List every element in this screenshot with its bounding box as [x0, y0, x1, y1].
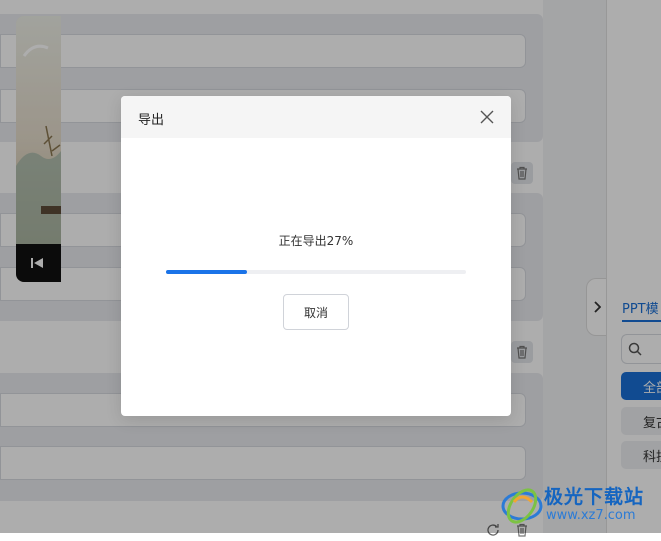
aurora-logo-icon: [501, 488, 543, 524]
watermark-site-name: 极光下载站: [544, 486, 645, 508]
export-progress-fill: [166, 270, 247, 274]
site-watermark: 极光下载站 www.xz7.com: [500, 478, 661, 533]
export-dialog: 导出 正在导出27% 取消: [121, 96, 511, 416]
cancel-button[interactable]: 取消: [283, 294, 349, 330]
close-button[interactable]: [478, 108, 496, 126]
dialog-title: 导出: [138, 113, 165, 128]
watermark-site-url: www.xz7.com: [546, 508, 636, 523]
export-progress-text: 正在导出27%: [278, 234, 354, 248]
export-progress-bar: [166, 270, 466, 274]
close-icon: [480, 110, 494, 124]
dialog-header: 导出: [121, 96, 511, 138]
